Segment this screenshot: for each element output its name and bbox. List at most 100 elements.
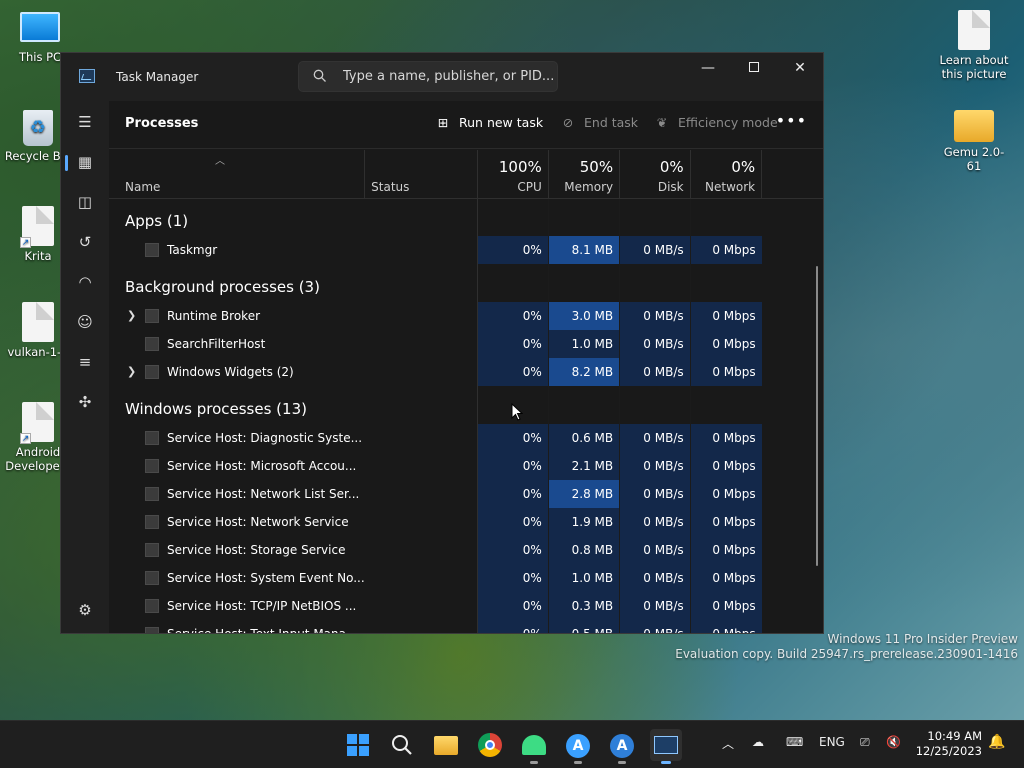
column-header-cpu[interactable]: 100% CPU — [477, 150, 549, 199]
cpu-cell: 0% — [476, 452, 549, 480]
network-tray-button[interactable]: ⎚ — [860, 735, 870, 750]
nav-services[interactable]: ✣ — [69, 387, 101, 417]
column-header-memory[interactable]: 50% Memory — [548, 150, 621, 199]
show-hidden-icons-button[interactable]: ︿ — [722, 735, 734, 752]
clock-button[interactable]: 10:49 AM 12/25/2023 — [916, 729, 982, 759]
desktop-icon-learn-about-picture[interactable]: Learn about this picture — [938, 10, 1010, 81]
process-group-header[interactable]: Windows processes (13) — [109, 386, 823, 424]
nav-settings[interactable]: ⚙ — [69, 595, 101, 625]
nav-startup-apps[interactable]: ◠ — [69, 267, 101, 297]
close-button[interactable]: ✕ — [777, 53, 823, 85]
table-row[interactable]: ❯ Windows Widgets (2) 0% 8.2 MB 0 MB/s 0 Mbps — [109, 358, 823, 386]
column-header-network[interactable]: 0% Network — [690, 150, 763, 199]
disk-cell: 0 MB/s — [619, 330, 691, 358]
network-cell: 0 Mbps — [689, 564, 762, 592]
status-cell — [364, 358, 478, 386]
nav-processes[interactable]: ▦ — [65, 147, 101, 177]
table-row[interactable]: Taskmgr 0% 8.1 MB 0 MB/s 0 Mbps — [109, 236, 823, 264]
desktop-icon-label: This PC — [18, 50, 62, 64]
process-name: Service Host: Network Service — [167, 515, 349, 529]
table-row[interactable]: Service Host: Microsoft Accou... 0% 2.1 MB… — [109, 452, 823, 480]
nav-users[interactable]: ☺ — [69, 307, 101, 337]
processes-page: Processes ⊞ Run new task ⊘ End task ❦ Effic… — [109, 101, 823, 633]
search-input[interactable] — [343, 62, 553, 91]
process-name-cell: Service Host: Storage Service — [109, 536, 365, 564]
column-label: Name — [125, 179, 161, 194]
search-box[interactable] — [298, 61, 558, 92]
hamburger-menu-button[interactable]: ☰ — [69, 107, 101, 137]
performance-icon: ◫ — [77, 193, 93, 211]
end-task-button[interactable]: ⊘ End task — [560, 115, 638, 130]
process-name-cell: Service Host: Network List Ser... — [109, 480, 365, 508]
process-group-header[interactable]: Background processes (3) — [109, 264, 823, 302]
cpu-cell: 0% — [476, 620, 549, 633]
taskbar-search-button[interactable] — [386, 729, 418, 761]
cpu-cell — [476, 264, 549, 302]
process-icon — [145, 365, 159, 379]
taskbar-app-b[interactable]: A — [606, 729, 638, 764]
running-indicator — [530, 761, 538, 764]
table-row[interactable]: Service Host: Network Service 0% 1.9 MB 0 M… — [109, 508, 823, 536]
process-name-cell: ❯ Windows Widgets (2) — [109, 358, 365, 386]
maximize-icon — [749, 62, 759, 72]
taskbar: A A ︿ ☁ ⌨ ENG ⎚ 🔇 10:49 AM 12/25/2023 🔔 — [0, 720, 1024, 768]
status-cell — [364, 508, 478, 536]
desktop-icon-label: Learn about this picture — [939, 53, 1009, 81]
table-row[interactable]: Service Host: System Event No... 0% 1.0 MB… — [109, 564, 823, 592]
cpu-cell: 0% — [476, 424, 549, 452]
efficiency-mode-button[interactable]: ❦ Efficiency mode — [654, 115, 778, 130]
table-row[interactable]: ❯ Runtime Broker 0% 3.0 MB 0 MB/s 0 Mbps — [109, 302, 823, 330]
minimize-button[interactable]: — — [685, 53, 731, 85]
volume-tray-button[interactable]: 🔇 — [886, 735, 901, 749]
taskbar-task-manager[interactable] — [650, 729, 682, 764]
hamburger-icon: ☰ — [78, 113, 92, 131]
network-cell — [689, 264, 762, 302]
chevron-right-icon[interactable]: ❯ — [127, 309, 136, 322]
column-header-disk[interactable]: 0% Disk — [619, 150, 691, 199]
touch-keyboard-button[interactable]: ⌨ — [786, 735, 803, 749]
chevron-right-icon[interactable]: ❯ — [127, 365, 136, 378]
status-cell — [364, 424, 478, 452]
speedometer-icon: ◠ — [78, 273, 92, 291]
process-group-header[interactable]: Apps (1) — [109, 198, 823, 236]
table-row[interactable]: Service Host: Network List Ser... 0% 2.8 M… — [109, 480, 823, 508]
network-cell: 0 Mbps — [689, 508, 762, 536]
title-bar[interactable]: Task Manager — ✕ — [61, 53, 823, 101]
column-header-name[interactable]: ︿ Name — [109, 150, 366, 199]
cpu-cell: 0% — [476, 236, 549, 264]
desktop-icon-gemu[interactable]: Gemu 2.0-61 — [938, 110, 1010, 173]
table-row[interactable]: Service Host: Diagnostic Syste... 0% 0.6 M… — [109, 424, 823, 452]
table-row[interactable]: Service Host: Text Input Mana... 0% 0.5 MB… — [109, 620, 823, 633]
nav-app-history[interactable]: ↺ — [69, 227, 101, 257]
spacer-cell — [762, 508, 823, 536]
cpu-cell: 0% — [476, 592, 549, 620]
taskbar-app-a[interactable]: A — [562, 729, 594, 764]
run-new-task-button[interactable]: ⊞ Run new task — [435, 115, 543, 130]
network-cell — [689, 386, 762, 424]
process-icon — [145, 243, 159, 257]
process-name: Service Host: Storage Service — [167, 543, 346, 557]
more-options-button[interactable]: ••• — [776, 111, 807, 130]
maximize-button[interactable] — [731, 53, 777, 85]
cpu-total-percent: 100% — [498, 157, 542, 176]
status-cell — [364, 620, 478, 633]
input-language-button[interactable]: ENG — [819, 735, 845, 749]
memory-cell — [547, 386, 620, 424]
table-row[interactable]: Service Host: TCP/IP NetBIOS ... 0% 0.3 MB… — [109, 592, 823, 620]
notifications-button[interactable]: 🔔 — [988, 734, 1005, 750]
taskbar-chrome[interactable] — [474, 729, 506, 761]
file-icon — [958, 10, 990, 50]
taskbar-file-explorer[interactable] — [430, 729, 462, 761]
column-header-status[interactable]: Status — [364, 150, 478, 199]
onedrive-tray-button[interactable]: ☁ — [752, 735, 764, 749]
nav-performance[interactable]: ◫ — [69, 187, 101, 217]
spacer-cell — [762, 236, 823, 264]
table-row[interactable]: SearchFilterHost 0% 1.0 MB 0 MB/s 0 Mbps — [109, 330, 823, 358]
start-button[interactable] — [342, 729, 374, 761]
table-row[interactable]: Service Host: Storage Service 0% 0.8 MB 0 M… — [109, 536, 823, 564]
vertical-scrollbar[interactable] — [816, 266, 818, 566]
process-name-cell: Service Host: Network Service — [109, 508, 365, 536]
nav-details[interactable]: ≡ — [69, 347, 101, 377]
taskbar-android-studio[interactable] — [518, 729, 550, 764]
process-table-body: Apps (1) Taskmgr 0% 8.1 MB 0 MB/s 0 Mbps Backg… — [109, 198, 823, 633]
